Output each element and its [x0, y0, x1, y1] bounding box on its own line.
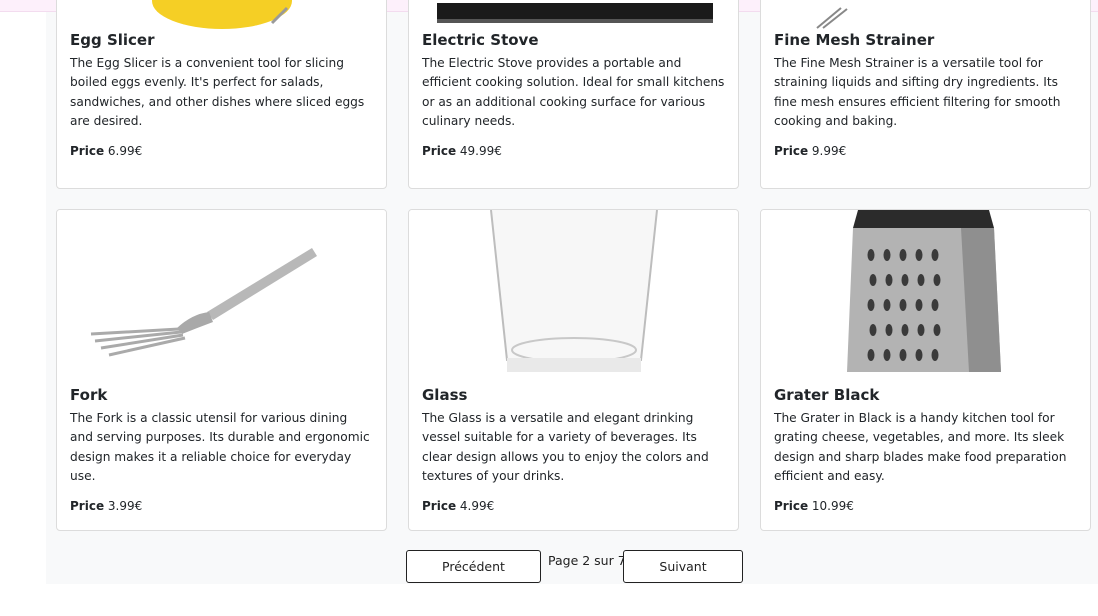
product-title: Electric Stove [422, 31, 539, 49]
product-card-electric-stove[interactable]: Electric Stove The Electric Stove provid… [408, 0, 739, 189]
product-description: The Glass is a versatile and elegant dri… [422, 411, 709, 483]
product-price: Price 3.99€ [70, 499, 373, 513]
product-price: Price 4.99€ [422, 499, 725, 513]
product-description: The Fork is a classic utensil for variou… [70, 411, 370, 483]
price-label: Price [774, 499, 809, 514]
next-page-button[interactable]: Suivant [623, 550, 743, 583]
product-description: The Fine Mesh Strainer is a versatile to… [774, 56, 1061, 128]
product-card-glass[interactable]: Glass The Glass is a versatile and elega… [408, 209, 739, 531]
product-title: Egg Slicer [70, 31, 155, 49]
product-title: Fork [70, 386, 108, 404]
product-price: Price 49.99€ [422, 144, 725, 158]
product-card-fine-mesh-strainer[interactable]: Fine Mesh Strainer The Fine Mesh Straine… [760, 0, 1091, 189]
product-price: Price 6.99€ [70, 144, 373, 158]
previous-page-button[interactable]: Précédent [406, 550, 541, 583]
product-image [761, 210, 1090, 372]
product-title: Fine Mesh Strainer [774, 31, 935, 49]
price-value: 6.99€ [107, 144, 143, 159]
price-value: 4.99€ [459, 499, 495, 514]
product-card-fork[interactable]: Fork The Fork is a classic utensil for v… [56, 209, 387, 531]
strainer-image [816, 7, 848, 29]
price-value: 9.99€ [811, 144, 847, 159]
price-value: 10.99€ [811, 499, 854, 514]
electric-stove-image [437, 3, 713, 23]
price-label: Price [70, 499, 105, 514]
price-value: 49.99€ [459, 144, 502, 159]
product-image [57, 0, 386, 30]
price-label: Price [422, 499, 457, 514]
product-image [57, 210, 386, 372]
product-card-egg-slicer[interactable]: Egg Slicer The Egg Slicer is a convenien… [56, 0, 387, 189]
product-card-grater-black[interactable]: Grater Black The Grater in Black is a ha… [760, 209, 1091, 531]
product-title: Glass [422, 386, 468, 404]
egg-slicer-image [152, 0, 292, 29]
product-price: Price 9.99€ [774, 144, 1077, 158]
price-value: 3.99€ [107, 499, 143, 514]
product-grid: Egg Slicer The Egg Slicer is a convenien… [46, 0, 1098, 584]
price-label: Price [774, 144, 809, 159]
product-price: Price 10.99€ [774, 499, 1077, 513]
product-image [409, 0, 738, 30]
product-image [409, 210, 738, 372]
grater-image [847, 210, 1001, 372]
product-description: The Electric Stove provides a portable a… [422, 56, 725, 128]
product-image [761, 0, 1090, 30]
product-title: Grater Black [774, 386, 880, 404]
glass-image [490, 210, 658, 372]
price-label: Price [70, 144, 105, 159]
product-description: The Egg Slicer is a convenient tool for … [70, 56, 365, 128]
product-description: The Grater in Black is a handy kitchen t… [774, 411, 1067, 483]
page-indicator: Page 2 sur 7 [548, 553, 626, 568]
price-label: Price [422, 144, 457, 159]
fork-image [90, 248, 317, 357]
